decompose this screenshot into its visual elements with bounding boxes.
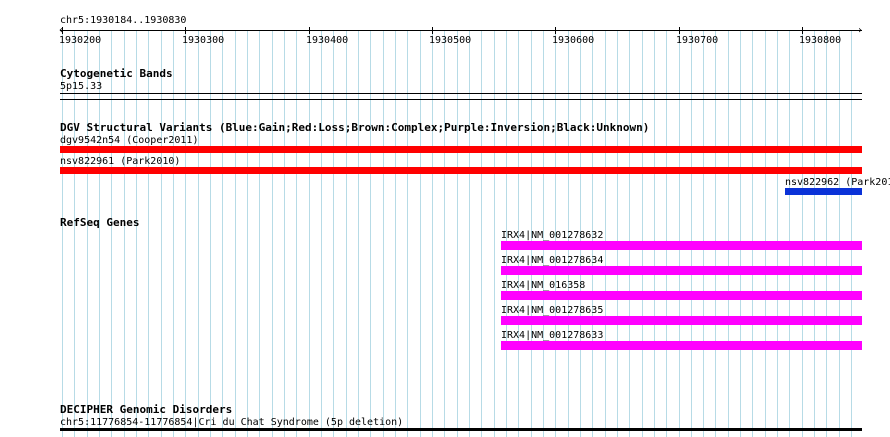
gene-bar[interactable] — [501, 241, 862, 250]
grid-line — [259, 30, 260, 437]
grid-line — [148, 30, 149, 437]
grid-line — [173, 30, 174, 437]
dgv-feature-label: nsv822962 (Park2010) — [785, 177, 890, 188]
grid-line — [789, 30, 790, 437]
ruler-tick — [555, 27, 556, 34]
gene-label: IRX4|NM_001278635 — [501, 305, 604, 316]
dgv-track-title: DGV Structural Variants (Blue:Gain;Red:L… — [60, 121, 650, 134]
grid-line — [296, 30, 297, 437]
grid-line — [210, 30, 211, 437]
grid-line — [247, 30, 248, 437]
dgv-feature-bar[interactable] — [60, 167, 862, 174]
grid-line — [617, 30, 618, 437]
grid-line — [765, 30, 766, 437]
grid-line — [346, 30, 347, 437]
grid-line — [321, 30, 322, 437]
gene-label: IRX4|NM_001278633 — [501, 330, 604, 341]
grid-line — [814, 30, 815, 437]
grid-line — [358, 30, 359, 437]
grid-line — [370, 30, 371, 437]
ruler-tick — [432, 27, 433, 34]
gene-label: IRX4|NM_001278634 — [501, 255, 604, 266]
ruler-tick-label: 1930800 — [799, 35, 842, 46]
ruler-tick — [62, 27, 63, 34]
dgv-feature-label: nsv822961 (Park2010) — [60, 156, 181, 167]
grid-line — [161, 30, 162, 437]
grid-line — [642, 30, 643, 437]
grid-line — [494, 30, 495, 437]
grid-line — [666, 30, 667, 437]
grid-line — [728, 30, 729, 437]
grid-line — [469, 30, 470, 437]
decipher-feature-bar[interactable] — [60, 428, 862, 431]
grid-line — [715, 30, 716, 437]
grid-line — [235, 30, 236, 437]
grid-line — [605, 30, 606, 437]
grid-line — [272, 30, 273, 437]
ruler-tick-label: 1930700 — [676, 35, 719, 46]
decipher-track-title: DECIPHER Genomic Disorders — [60, 403, 233, 416]
refseq-track-title: RefSeq Genes — [60, 216, 140, 229]
ruler-tick-label: 1930400 — [306, 35, 349, 46]
grid-line — [185, 30, 186, 437]
grid-line — [851, 30, 852, 437]
grid-line — [740, 30, 741, 437]
ruler-tick-label: 1930600 — [552, 35, 595, 46]
grid-line — [777, 30, 778, 437]
grid-line — [802, 30, 803, 437]
grid-line — [124, 30, 125, 437]
ruler-tick — [185, 27, 186, 34]
grid-line — [383, 30, 384, 437]
location-label: chr5:1930184..1930830 — [60, 15, 187, 26]
gene-bar[interactable] — [501, 291, 862, 300]
coordinate-ruler[interactable]: chr5:1930184..1930830 ‹ › 19302001930300… — [0, 0, 890, 48]
dgv-feature-bar[interactable] — [785, 188, 862, 195]
gene-label: IRX4|NM_001278632 — [501, 230, 604, 241]
ruler-axis — [60, 30, 862, 31]
grid-line — [136, 30, 137, 437]
grid-line — [222, 30, 223, 437]
grid-line — [654, 30, 655, 437]
cytoband-lower-line — [60, 99, 862, 100]
grid-line — [481, 30, 482, 437]
grid-line — [839, 30, 840, 437]
grid-line — [333, 30, 334, 437]
cytoband-upper-line — [60, 93, 862, 94]
grid-line — [457, 30, 458, 437]
grid-line — [679, 30, 680, 437]
grid-line — [420, 30, 421, 437]
grid-line — [703, 30, 704, 437]
cytoband-label[interactable]: 5p15.33 — [60, 81, 102, 92]
grid-line — [309, 30, 310, 437]
gene-bar[interactable] — [501, 341, 862, 350]
grid-line — [111, 30, 112, 437]
grid-line — [629, 30, 630, 437]
grid-line — [432, 30, 433, 437]
dgv-feature-label: dgv9542n54 (Cooper2011) — [60, 135, 199, 146]
grid-line — [284, 30, 285, 437]
genome-browser-viewer: chr5:1930184..1930830 ‹ › 19302001930300… — [0, 0, 890, 437]
gene-label: IRX4|NM_016358 — [501, 280, 586, 291]
ruler-right-arrow-icon: › — [857, 25, 864, 36]
grid-line — [198, 30, 199, 437]
grid-line — [752, 30, 753, 437]
ruler-tick — [802, 27, 803, 34]
gene-bar[interactable] — [501, 316, 862, 325]
dgv-feature-bar[interactable] — [60, 146, 862, 153]
ruler-tick — [309, 27, 310, 34]
cytobands-track-title: Cytogenetic Bands — [60, 67, 173, 80]
ruler-tick-label: 1930500 — [429, 35, 472, 46]
grid-line — [691, 30, 692, 437]
ruler-tick-label: 1930200 — [59, 35, 102, 46]
gene-bar[interactable] — [501, 266, 862, 275]
ruler-tick — [679, 27, 680, 34]
grid-line — [395, 30, 396, 437]
ruler-tick-label: 1930300 — [182, 35, 225, 46]
grid-line — [407, 30, 408, 437]
decipher-feature-label: chr5:11776854-11776854|Cri du Chat Syndr… — [60, 417, 404, 428]
grid-line — [826, 30, 827, 437]
grid-line — [444, 30, 445, 437]
